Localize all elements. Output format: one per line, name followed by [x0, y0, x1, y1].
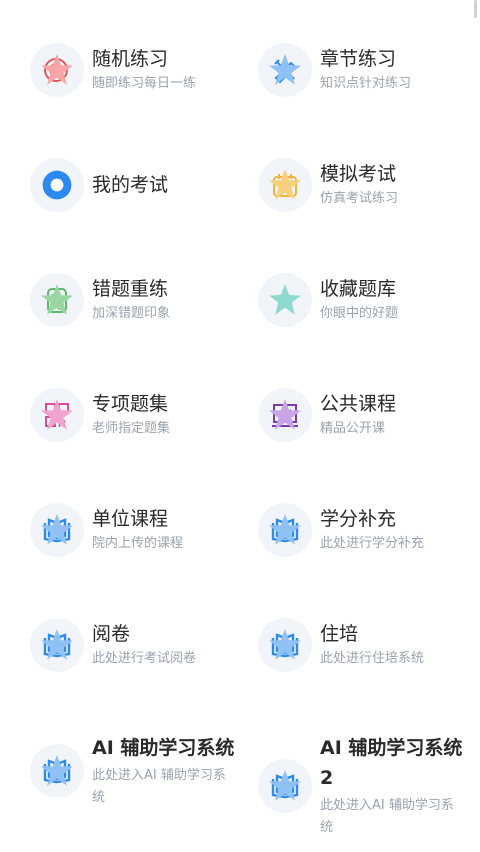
- favorites-star-icon: [258, 273, 312, 327]
- item-title: 章节练习: [320, 48, 397, 70]
- book-icon: [30, 618, 84, 672]
- item-title: AI 辅助学习系统2: [320, 737, 463, 789]
- marking-button[interactable]: 阅卷 此处进行考试阅卷: [30, 618, 255, 672]
- item-subtitle: 院内上传的课程: [92, 536, 184, 551]
- public-course-icon: [258, 388, 312, 442]
- item-subtitle: 老师指定题集: [92, 421, 171, 436]
- book-icon: [30, 744, 84, 798]
- residency-training-button[interactable]: 住培 此处进行住培系统: [258, 618, 480, 672]
- item-subtitle: 此处进入AI 辅助学习系统: [320, 798, 454, 835]
- unit-course-button[interactable]: 单位课程 院内上传的课程: [30, 503, 255, 557]
- item-title: 我的考试: [92, 174, 169, 196]
- random-practice-icon: [30, 43, 84, 97]
- item-subtitle: 加深错题印象: [92, 306, 171, 321]
- mock-exam-button[interactable]: 模拟考试 仿真考试练习: [258, 158, 480, 212]
- wrong-question-button[interactable]: 错题重练 加深错题印象: [30, 273, 255, 327]
- item-subtitle: 你眼中的好题: [320, 306, 399, 321]
- item-subtitle: 此处进行考试阅卷: [92, 651, 197, 666]
- feature-grid: 随机练习 随即练习每日一练 章节练习 知识点针对练习 我的考试 模拟考试 仿真考…: [0, 0, 480, 852]
- chapter-practice-button[interactable]: 章节练习 知识点针对练习: [258, 43, 480, 97]
- chapter-practice-icon: [258, 43, 312, 97]
- ai-assist-learning-2-button[interactable]: AI 辅助学习系统2 此处进入AI 辅助学习系统: [258, 733, 480, 839]
- my-exam-icon: [30, 158, 84, 212]
- item-subtitle: 随即练习每日一练: [92, 76, 197, 91]
- book-icon: [30, 503, 84, 557]
- random-practice-button[interactable]: 随机练习 随即练习每日一练: [30, 43, 255, 97]
- item-title: 阅卷: [92, 623, 131, 645]
- book-icon: [258, 759, 312, 813]
- item-subtitle: 此处进行学分补充: [320, 536, 425, 551]
- mock-exam-icon: [258, 158, 312, 212]
- item-title: 错题重练: [92, 278, 169, 300]
- public-course-button[interactable]: 公共课程 精品公开课: [258, 388, 480, 442]
- item-title: 公共课程: [320, 393, 397, 415]
- item-subtitle: 精品公开课: [320, 421, 386, 436]
- item-subtitle: 此处进入AI 辅助学习系统: [92, 768, 226, 805]
- item-title: AI 辅助学习系统: [92, 737, 235, 759]
- book-icon: [258, 503, 312, 557]
- credit-supplement-button[interactable]: 学分补充 此处进行学分补充: [258, 503, 480, 557]
- item-title: 随机练习: [92, 48, 169, 70]
- item-title: 专项题集: [92, 393, 169, 415]
- item-subtitle: 知识点针对练习: [320, 76, 412, 91]
- favorites-button[interactable]: 收藏题库 你眼中的好题: [258, 273, 480, 327]
- item-subtitle: 此处进行住培系统: [320, 651, 425, 666]
- ai-assist-learning-button[interactable]: AI 辅助学习系统 此处进入AI 辅助学习系统: [30, 733, 255, 809]
- item-title: 收藏题库: [320, 278, 397, 300]
- book-icon: [258, 618, 312, 672]
- my-exam-button[interactable]: 我的考试: [30, 158, 255, 212]
- item-title: 学分补充: [320, 508, 397, 530]
- item-subtitle: 仿真考试练习: [320, 191, 399, 206]
- wrong-question-icon: [30, 273, 84, 327]
- special-set-button[interactable]: R 专项题集 老师指定题集: [30, 388, 255, 442]
- item-title: 模拟考试: [320, 163, 397, 185]
- special-set-icon: R: [30, 388, 84, 442]
- item-title: 住培: [320, 623, 359, 645]
- item-title: 单位课程: [92, 508, 169, 530]
